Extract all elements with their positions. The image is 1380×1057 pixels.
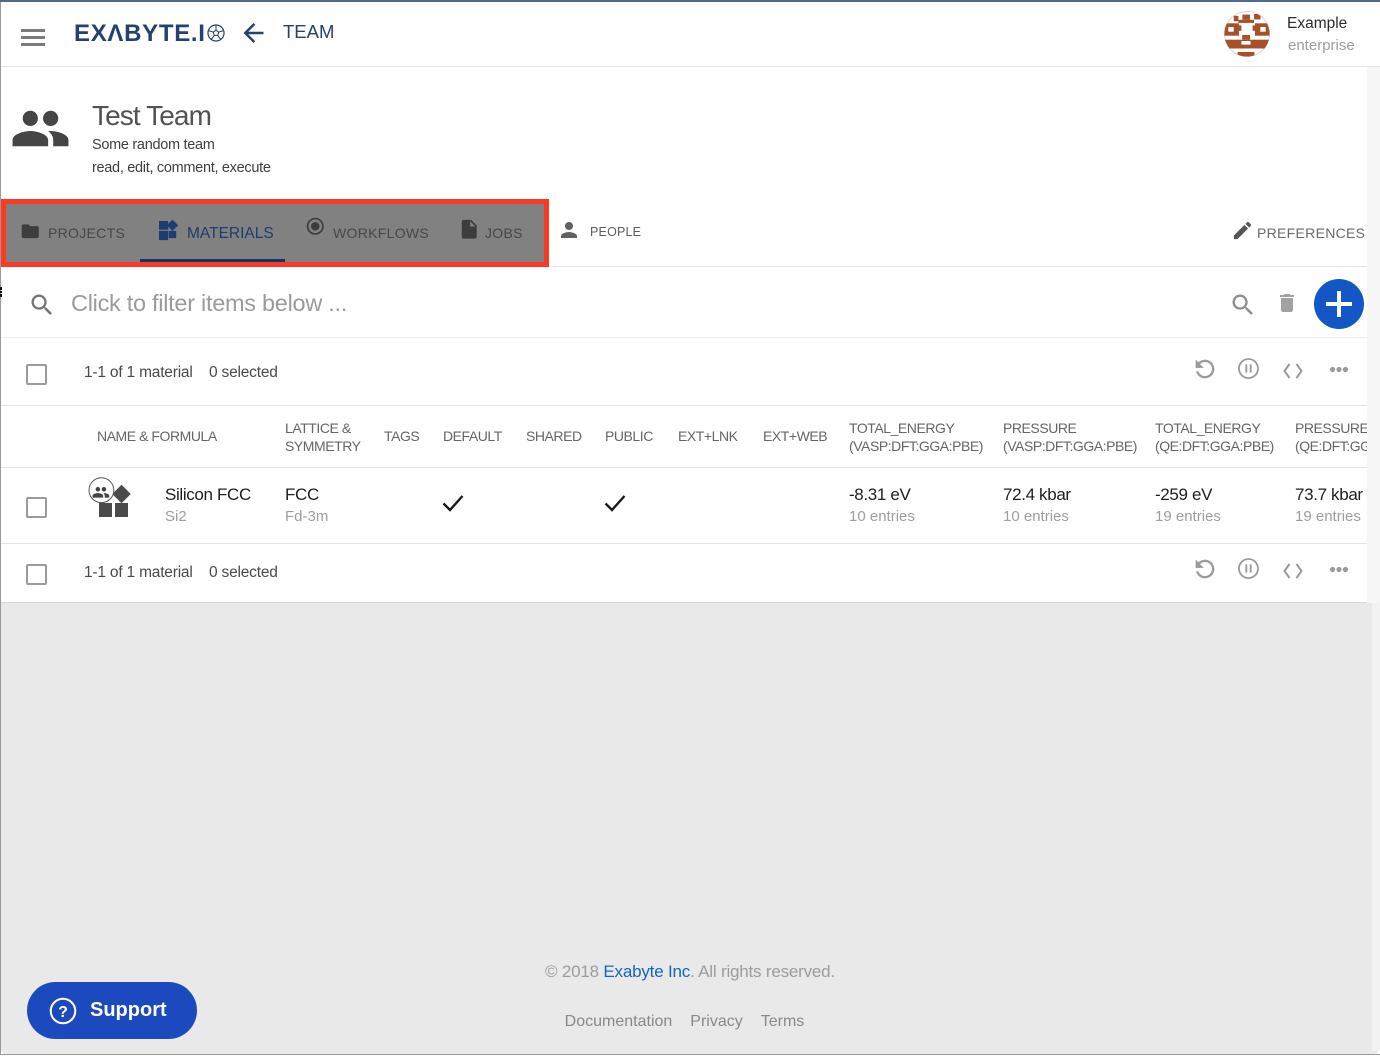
svg-text:?: ? <box>58 1004 68 1021</box>
